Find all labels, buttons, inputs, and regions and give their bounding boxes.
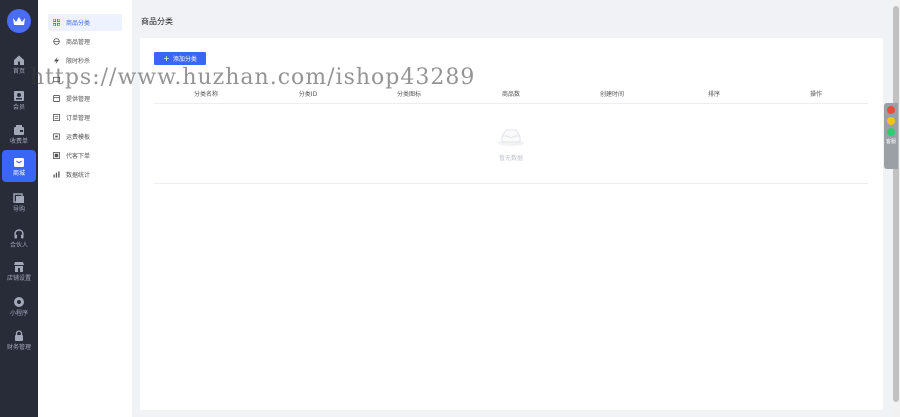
rail-item-miniapp[interactable]: 小程序 (2, 290, 36, 322)
column-header: 商品数 (501, 91, 521, 98)
submenu-item-supply[interactable]: 提供管理 (48, 90, 122, 107)
vertical-scrollbar[interactable] (892, 0, 900, 417)
main-nav-rail: 首页 会员 收费单 商城 导购 合伙人 店铺设置 小程序 财务管理 (0, 0, 38, 417)
rail-item-partner[interactable]: 合伙人 (2, 222, 36, 254)
rail-item-billing[interactable]: 收费单 (2, 118, 36, 150)
supply-icon (53, 95, 60, 102)
rail-item-store-settings[interactable]: 店铺设置 (2, 255, 36, 287)
rail-label: 导购 (12, 205, 25, 213)
tip-icon (887, 117, 895, 125)
submenu-label: 运费模板 (66, 134, 91, 141)
column-header: 排序 (707, 91, 721, 98)
submenu-label: 限时秒杀 (66, 58, 91, 65)
scrollbar-thumb[interactable] (893, 6, 899, 402)
column-header: 分类图标 (396, 91, 422, 98)
customer-service-widget[interactable]: 客服 (884, 103, 898, 169)
submenu-label: 提供管理 (66, 96, 91, 103)
rail-label: 商城 (12, 169, 25, 177)
submenu-label: 商品分类 (66, 20, 91, 27)
column-header: 创建时间 (599, 91, 625, 98)
shop-icon (14, 157, 24, 167)
empty-inbox-icon (498, 129, 524, 146)
page-title: 商品分类 (141, 17, 173, 26)
submenu-item-goods[interactable]: 商品管理 (48, 33, 122, 50)
widget-label: 客服 (885, 139, 896, 145)
member-icon (14, 90, 24, 101)
submenu-label: 商品管理 (66, 39, 91, 46)
home-icon (14, 55, 24, 65)
badge-icon (887, 106, 895, 114)
proxy-order-icon (53, 152, 60, 159)
finance-icon (15, 329, 23, 341)
submenu-item-freight-template[interactable]: 运费模板 (48, 128, 122, 145)
rail-label: 会员 (12, 103, 25, 111)
headset-icon (14, 228, 24, 238)
submenu-item-coupon[interactable] (48, 71, 122, 88)
freight-icon (53, 133, 60, 140)
rail-item-finance[interactable]: 财务管理 (2, 324, 36, 356)
column-header: 分类名称 (193, 91, 219, 98)
submenu-item-flash-sale[interactable]: 限时秒杀 (48, 52, 122, 69)
goods-icon (53, 38, 60, 45)
add-category-button[interactable]: + 添加分类 (154, 52, 206, 65)
leaf-icon (887, 128, 895, 136)
wallet-icon (14, 124, 24, 135)
rail-item-guide[interactable]: 导购 (2, 186, 36, 218)
rail-item-mall[interactable]: 商城 (2, 150, 36, 182)
add-category-label: 添加分类 (172, 56, 197, 63)
rail-label: 小程序 (9, 309, 28, 317)
order-icon (53, 114, 60, 121)
miniapp-icon (14, 296, 24, 307)
store-icon (14, 261, 24, 272)
rail-label: 首页 (12, 67, 25, 75)
grid-icon (53, 19, 60, 26)
rail-label: 收费单 (9, 137, 28, 145)
crown-logo-icon[interactable] (7, 9, 31, 33)
main-content: 商品分类 + 添加分类 分类名称 分类ID 分类图标 商品数 创建时间 排序 操… (132, 0, 892, 417)
column-header: 分类ID (298, 91, 318, 98)
empty-text: 暂无数据 (498, 155, 523, 162)
rail-item-member[interactable]: 会员 (2, 84, 36, 116)
submenu-item-orders[interactable]: 订单管理 (48, 109, 122, 126)
mall-submenu: 商品分类 商品管理 限时秒杀 提供管理 订单管理 运费模板 代客下单 数据统计 (38, 0, 132, 417)
submenu-label: 代客下单 (66, 153, 91, 160)
rail-label: 财务管理 (6, 343, 31, 351)
submenu-item-proxy-order[interactable]: 代客下单 (48, 147, 122, 164)
rail-label: 合伙人 (9, 241, 28, 249)
submenu-label: 订单管理 (66, 115, 91, 122)
rail-item-home[interactable]: 首页 (2, 48, 36, 80)
submenu-item-statistics[interactable]: 数据统计 (48, 166, 122, 183)
guide-icon (13, 192, 24, 203)
category-panel: + 添加分类 分类名称 分类ID 分类图标 商品数 创建时间 排序 操作 暂无数… (140, 38, 883, 410)
flash-icon (53, 57, 60, 64)
coupon-icon (53, 76, 60, 83)
submenu-item-category[interactable]: 商品分类 (48, 14, 122, 31)
rail-label: 店铺设置 (6, 274, 31, 282)
submenu-label: 数据统计 (66, 172, 91, 179)
empty-state: 暂无数据 (154, 105, 868, 184)
chart-icon (53, 171, 60, 178)
plus-icon: + (163, 53, 170, 63)
table-header: 分类名称 分类ID 分类图标 商品数 创建时间 排序 操作 (154, 86, 868, 104)
column-header: 操作 (809, 91, 823, 98)
